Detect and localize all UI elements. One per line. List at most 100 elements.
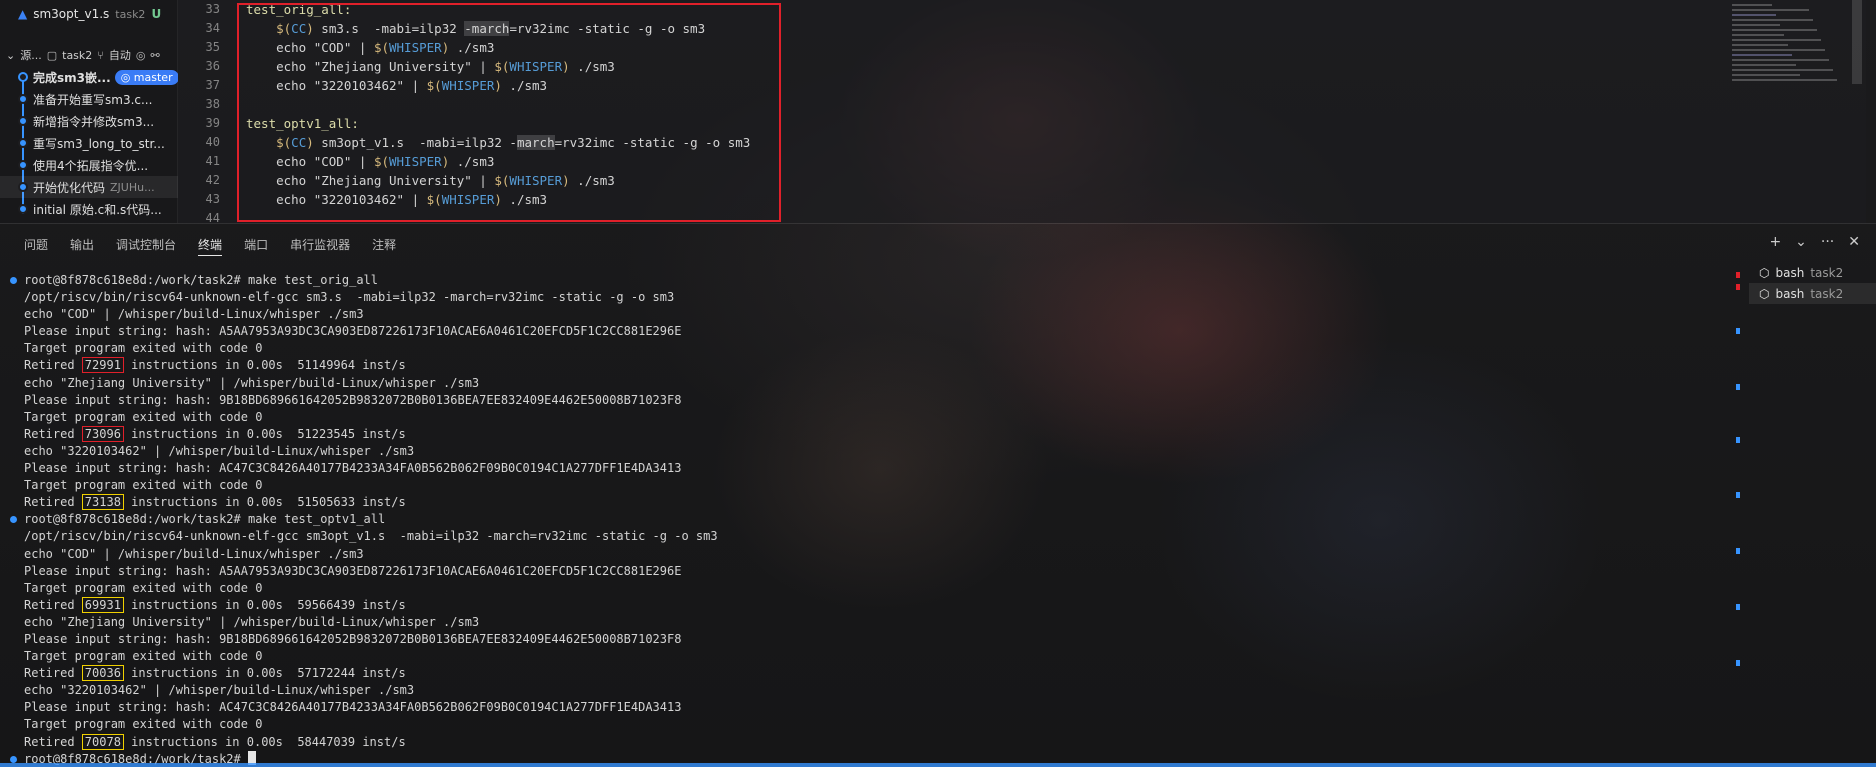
terminal-line: echo "COD" | /whisper/build-Linux/whispe… (24, 546, 1724, 563)
commit-item[interactable]: 新增指令并修改sm3... (0, 110, 178, 132)
terminal-text: Target program exited with code 0 (24, 478, 263, 493)
terminal-text: Retired (24, 666, 82, 681)
terminal-text: Retired (24, 495, 82, 510)
branch-badge[interactable]: ◎ master (114, 69, 178, 85)
commit-item[interactable]: 重写sm3_long_to_str... (0, 132, 178, 154)
terminal-tab[interactable]: ⬡ bash task2 (1749, 283, 1876, 304)
commit-list: 完成sm3嵌... ◎ master 准备开始重写sm3.c... 新增指令并修… (0, 66, 178, 220)
terminal-text: instructions in 0.00s 57172244 inst/s (123, 666, 406, 681)
terminal-line: Target program exited with code 0 (24, 340, 1724, 357)
terminal-text: Target program exited with code 0 (24, 341, 263, 356)
terminal-text: echo "3220103462" | /whisper/build-Linux… (24, 443, 415, 458)
editor-scrollbar[interactable] (1852, 0, 1862, 84)
panel-tab[interactable]: 输出 (70, 234, 94, 256)
panel-tab[interactable]: 调试控制台 (116, 234, 176, 256)
commit-message: 开始优化代码 (33, 180, 106, 195)
terminal-text: /opt/riscv/bin/riscv64-unknown-elf-gcc s… (24, 529, 718, 544)
command-decoration-dot[interactable] (10, 277, 17, 284)
commit-dot (18, 72, 28, 82)
line-number: 33 (205, 2, 220, 16)
minimap-line (1732, 64, 1796, 66)
file-dir: task2 (115, 7, 146, 21)
commit-item[interactable]: 开始优化代码 ZJUHu... (0, 176, 178, 198)
panel-divider[interactable] (0, 223, 1876, 224)
terminal-text: Retired (24, 426, 82, 441)
terminal-text: echo "Zhejiang University" | /whisper/bu… (24, 375, 480, 390)
chevron-down-icon[interactable]: ⌄ (6, 49, 15, 62)
terminal-text: Target program exited with code 0 (24, 717, 263, 732)
terminal-text: Retired (24, 597, 82, 612)
scrollbar-marker (1736, 660, 1740, 666)
terminal-line: Retired 72991 instructions in 0.00s 5114… (24, 357, 1724, 374)
commit-dot (18, 182, 28, 192)
more-icon[interactable]: ··· (1821, 234, 1834, 250)
open-file-item[interactable]: ▲ sm3opt_v1.s task2 U (0, 2, 178, 26)
commit-message: initial 原始.c和.s代码... (33, 202, 162, 217)
terminal-line: Please input string: hash: 9B18BD6896616… (24, 631, 1724, 648)
prompt-text: root@8f878c618e8d:/work/task2# make test… (24, 512, 386, 527)
branch-icon[interactable]: ⑂ (97, 49, 104, 62)
scrollbar-marker (1736, 284, 1740, 290)
minimap-line (1732, 4, 1772, 6)
close-icon[interactable]: ✕ (1848, 234, 1860, 250)
commit-message: 重写sm3_long_to_str... (33, 136, 165, 151)
minimap-line (1732, 14, 1776, 16)
minimap-line (1732, 69, 1833, 71)
terminal-line: /opt/riscv/bin/riscv64-unknown-elf-gcc s… (24, 289, 1724, 306)
scrollbar-marker (1736, 548, 1740, 554)
scrollbar-marker (1736, 384, 1740, 390)
commit-item[interactable]: 完成sm3嵌... ◎ master (0, 66, 178, 88)
terminal-name: bash (1775, 286, 1805, 301)
command-decoration-dot[interactable] (10, 755, 17, 763)
commit-item[interactable]: 准备开始重写sm3.c... (0, 88, 178, 110)
scrollbar-marker (1736, 272, 1740, 278)
terminal-scrollbar[interactable] (1736, 272, 1742, 762)
terminal-line: root@8f878c618e8d:/work/task2# make test… (10, 272, 1724, 289)
minimap-line (1732, 59, 1829, 61)
terminal-line: Please input string: hash: A5AA7953A93DC… (24, 563, 1724, 580)
terminal-text: instructions in 0.00s 59566439 inst/s (123, 597, 406, 612)
commit-item[interactable]: 使用4个拓展指令优... (0, 154, 178, 176)
terminal-text: echo "Zhejiang University" | /whisper/bu… (24, 614, 480, 629)
commit-message: 准备开始重写sm3.c... (33, 92, 153, 107)
terminal-text: Target program exited with code 0 (24, 580, 263, 595)
commit-dot (18, 160, 28, 170)
panel-tab[interactable]: 注释 (372, 234, 396, 256)
scm-branch-mode[interactable]: 自动 (109, 47, 131, 63)
commit-message: 完成sm3嵌... (33, 70, 111, 85)
terminal-text: Target program exited with code 0 (24, 409, 263, 424)
line-number: 40 (205, 135, 220, 149)
terminal-output[interactable]: root@8f878c618e8d:/work/task2# make test… (10, 272, 1724, 767)
commit-dot (18, 116, 28, 126)
source-control-header[interactable]: ⌄ 源... ▢ task2 ⑂ 自动 ◎ ⚯ (0, 44, 178, 66)
annotation-red-box (237, 3, 781, 222)
terminal-dir: task2 (1810, 265, 1844, 280)
terminal-text: Please input string: hash: AC47C3C8426A4… (24, 700, 682, 715)
instruction-count: 73096 (81, 425, 124, 442)
line-number: 37 (205, 78, 220, 92)
terminal-text: Please input string: hash: A5AA7953A93DC… (24, 563, 682, 578)
panel-tabbar: 问题 输出 调试控制台 终端 端口 串行监视器 注释 (0, 234, 418, 256)
scm-title: 源... (20, 49, 42, 62)
file-status-badge: U (151, 7, 162, 21)
panel-tab[interactable]: 串行监视器 (290, 234, 350, 256)
terminal-icon: ⬡ (1759, 286, 1770, 301)
chevron-down-icon[interactable]: ⌄ (1795, 234, 1807, 250)
instruction-count: 70036 (81, 665, 124, 682)
terminal-line: Target program exited with code 0 (24, 648, 1724, 665)
minimap-line (1732, 34, 1784, 36)
commit-dot (18, 204, 28, 214)
panel-tab[interactable]: 终端 (198, 234, 223, 256)
terminal-line: Please input string: hash: A5AA7953A93DC… (24, 323, 1724, 340)
terminal-dir: task2 (1810, 286, 1844, 301)
terminal-text: instructions in 0.00s 51505633 inst/s (123, 495, 406, 510)
merge-icon[interactable]: ⚯ (151, 49, 160, 62)
panel-tab[interactable]: 问题 (24, 234, 48, 256)
terminal-line: echo "Zhejiang University" | /whisper/bu… (24, 614, 1724, 631)
commit-item[interactable]: initial 原始.c和.s代码... (0, 198, 178, 220)
terminal-tab[interactable]: ⬡ bash task2 (1749, 262, 1876, 283)
panel-tab[interactable]: 端口 (244, 234, 268, 256)
target-icon[interactable]: ◎ (136, 49, 146, 62)
add-terminal-icon[interactable]: + (1769, 234, 1781, 250)
minimap[interactable] (1732, 4, 1844, 94)
